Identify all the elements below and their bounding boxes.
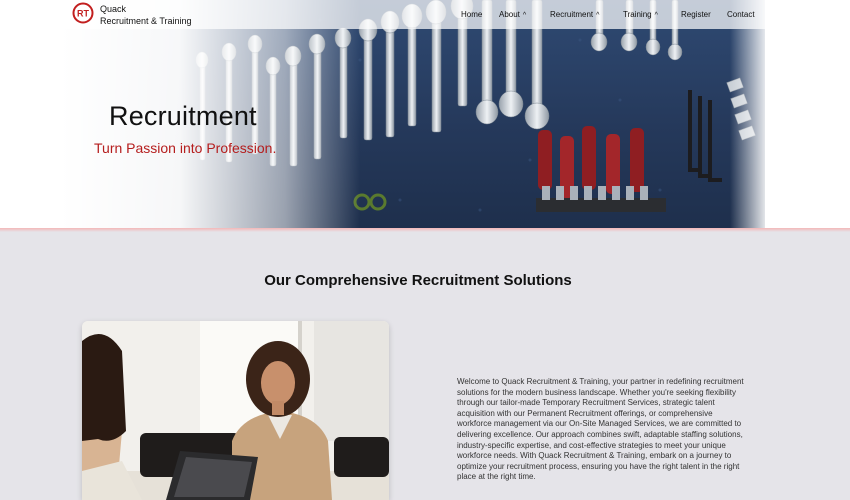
office-interview-photo: [82, 321, 389, 500]
navbar: RT Quack Recruitment & Training Home Abo…: [0, 0, 850, 29]
brand-name[interactable]: Quack Recruitment & Training: [100, 3, 192, 27]
nav-register[interactable]: Register: [681, 10, 711, 19]
hero-subtitle: Turn Passion into Profession.: [94, 140, 277, 156]
section-description: Welcome to Quack Recruitment & Training,…: [457, 377, 744, 482]
nav-training[interactable]: Training ^: [623, 10, 658, 19]
caret-down-icon: ^: [654, 12, 658, 19]
nav-home[interactable]: Home: [461, 10, 482, 19]
nav-recruitment[interactable]: Recruitment ^: [550, 10, 599, 19]
nav-contact[interactable]: Contact: [727, 10, 755, 19]
caret-down-icon: ^: [522, 12, 527, 19]
nav-about[interactable]: About ^: [499, 10, 526, 19]
logo-icon[interactable]: RT: [72, 2, 94, 24]
brand-line-1: Quack: [100, 4, 127, 14]
hero-banner: Recruitment Turn Passion into Profession…: [0, 0, 850, 230]
hero-title: Recruitment: [109, 101, 257, 131]
caret-down-icon: ^: [596, 12, 600, 19]
section-title: Our Comprehensive Recruitment Solutions: [264, 272, 572, 289]
brand-line-2: Recruitment & Training: [100, 16, 192, 26]
hero-divider: [0, 228, 850, 232]
hero-fade-right: [730, 0, 770, 230]
svg-text:RT: RT: [77, 9, 89, 19]
